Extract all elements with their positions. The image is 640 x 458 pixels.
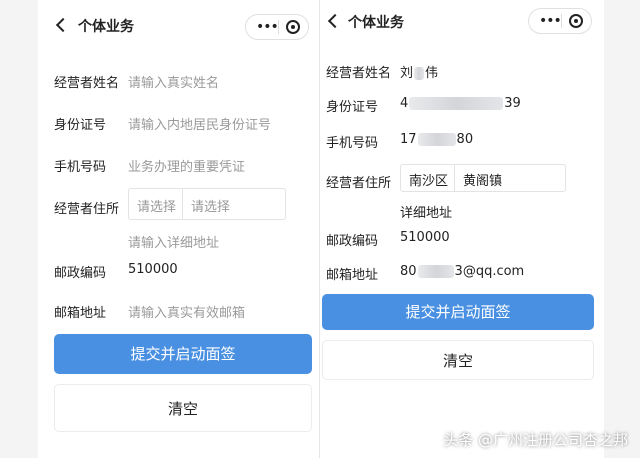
name-label: 经营者姓名 (54, 76, 120, 91)
redaction-blur (417, 265, 454, 278)
detail-row: 详细地址 (320, 196, 604, 224)
redaction-blur (414, 67, 425, 80)
district-select[interactable]: 南沙区 (401, 165, 455, 191)
phone-input[interactable]: 17 80 (400, 132, 473, 147)
postcode-row: 邮政编码 510000 (38, 256, 319, 284)
left-gutter (0, 0, 38, 458)
id-row: 身份证号 4 39 (320, 90, 604, 118)
postcode-input[interactable]: 510000 (128, 262, 178, 277)
empty-form-screen: 个体业务 ••• 经营者姓名 请输入真实姓名 身份证号 请输入内地居民身份证号 … (38, 0, 320, 458)
postcode-row: 邮政编码 510000 (320, 224, 604, 252)
name-row: 经营者姓名 刘伟 (320, 56, 604, 84)
address-label: 经营者住所 (54, 202, 120, 217)
redaction-blur (417, 133, 456, 146)
district-select[interactable]: 请选择 (129, 189, 183, 219)
id-input[interactable]: 4 39 (400, 96, 521, 111)
page-title: 个体业务 (78, 19, 134, 35)
name-label: 经营者姓名 (326, 66, 392, 81)
clear-button[interactable]: 清空 (322, 340, 594, 380)
page-title: 个体业务 (348, 15, 404, 31)
mini-program-capsule: ••• (245, 14, 309, 40)
back-icon[interactable] (327, 13, 343, 29)
postcode-label: 邮政编码 (54, 266, 107, 281)
region-select: 请选择 请选择 (128, 188, 286, 220)
watermark: 头条 @广州注册公司杏之邦 (443, 431, 628, 449)
navbar: 个体业务 ••• (320, 0, 604, 46)
phone-value-start: 17 (400, 132, 417, 147)
phone-label: 手机号码 (326, 136, 379, 151)
postcode-label: 邮政编码 (326, 234, 379, 249)
right-gutter (604, 0, 640, 458)
mini-program-capsule: ••• (528, 8, 592, 34)
phone-label: 手机号码 (54, 160, 107, 175)
email-label: 邮箱地址 (54, 306, 107, 321)
id-label: 身份证号 (54, 118, 107, 133)
id-row: 身份证号 请输入内地居民身份证号 (38, 108, 319, 136)
id-value-start: 4 (400, 96, 409, 111)
id-input[interactable]: 请输入内地居民身份证号 (128, 114, 271, 133)
name-input[interactable]: 刘伟 (400, 62, 438, 81)
town-select[interactable]: 黄阁镇 (455, 165, 565, 191)
postcode-input[interactable]: 510000 (400, 230, 450, 245)
email-value-end: 3@qq.com (454, 264, 525, 279)
name-value-end: 伟 (425, 66, 439, 81)
email-input[interactable]: 请输入真实有效邮箱 (128, 302, 245, 321)
phone-input[interactable]: 业务办理的重要凭证 (128, 156, 245, 175)
id-value-end: 39 (504, 96, 521, 111)
name-input[interactable]: 请输入真实姓名 (128, 72, 219, 91)
detail-address-input[interactable]: 请输入详细地址 (128, 232, 219, 251)
clear-button[interactable]: 清空 (54, 384, 312, 432)
detail-address-input[interactable]: 详细地址 (400, 202, 452, 221)
back-icon[interactable] (55, 17, 71, 33)
email-input[interactable]: 80 3@qq.com (400, 264, 524, 279)
filled-form-screen: 个体业务 ••• 经营者姓名 刘伟 身份证号 4 39 手机号码 17 80 经营者… (320, 0, 604, 458)
redaction-blur (409, 97, 504, 110)
navbar: 个体业务 ••• (38, 0, 319, 46)
more-dots-icon[interactable]: ••• (539, 14, 562, 28)
email-value-start: 80 (400, 264, 417, 279)
email-row: 邮箱地址 80 3@qq.com (320, 258, 604, 286)
capsule-divider (561, 14, 562, 28)
region-select: 南沙区 黄阁镇 (400, 164, 566, 192)
id-label: 身份证号 (326, 100, 379, 115)
phone-value-end: 80 (456, 132, 474, 147)
detail-row: 请输入详细地址 (38, 226, 319, 254)
capsule-divider (278, 20, 279, 34)
phone-row: 手机号码 17 80 (320, 126, 604, 154)
name-row: 经营者姓名 请输入真实姓名 (38, 66, 319, 94)
address-label: 经营者住所 (326, 176, 392, 191)
close-target-icon[interactable] (286, 20, 300, 34)
name-value-start: 刘 (400, 66, 414, 81)
submit-button[interactable]: 提交并启动面签 (54, 334, 312, 374)
phone-row: 手机号码 业务办理的重要凭证 (38, 150, 319, 178)
submit-button[interactable]: 提交并启动面签 (322, 294, 594, 330)
email-row: 邮箱地址 请输入真实有效邮箱 (38, 296, 319, 324)
email-label: 邮箱地址 (326, 268, 379, 283)
town-select[interactable]: 请选择 (183, 189, 285, 219)
close-target-icon[interactable] (569, 14, 583, 28)
more-dots-icon[interactable]: ••• (256, 20, 279, 34)
